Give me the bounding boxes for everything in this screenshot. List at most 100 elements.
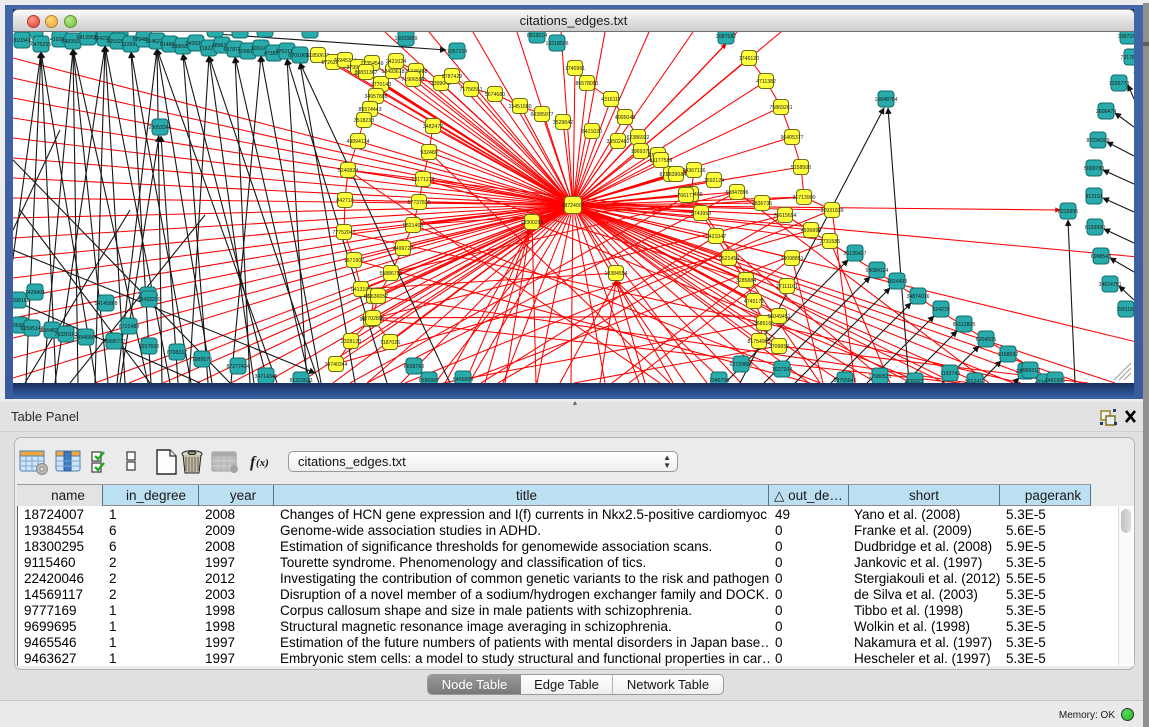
svg-text:3685160: 3685160 (754, 321, 774, 327)
svg-text:7187026: 7187026 (380, 340, 400, 346)
svg-text:73178108: 73178108 (1120, 55, 1134, 61)
svg-text:5674680: 5674680 (485, 92, 505, 98)
svg-text:7889579: 7889579 (192, 357, 212, 363)
svg-text:19384554: 19384554 (604, 271, 627, 277)
svg-text:1429401: 1429401 (25, 290, 45, 296)
svg-text:4966319: 4966319 (1020, 368, 1040, 374)
svg-text:4711382: 4711382 (756, 79, 776, 85)
svg-text:2421024: 2421024 (386, 59, 406, 65)
svg-text:2328120: 2328120 (341, 339, 361, 345)
svg-text:1836736: 1836736 (752, 201, 772, 207)
svg-text:87277434: 87277434 (226, 364, 249, 370)
svg-text:7357224: 7357224 (447, 49, 467, 55)
svg-text:79740344: 79740344 (324, 362, 347, 368)
svg-text:7816184: 7816184 (300, 32, 320, 34)
svg-text:8721489: 8721489 (119, 324, 139, 330)
svg-text:6475255: 6475255 (31, 42, 51, 48)
svg-text:4316117: 4316117 (601, 97, 621, 103)
svg-text:8708317: 8708317 (167, 350, 187, 356)
svg-text:842710: 842710 (336, 198, 353, 204)
svg-text:34624751: 34624751 (1098, 282, 1121, 288)
svg-text:8215955: 8215955 (1058, 209, 1078, 215)
svg-text:932480: 932480 (420, 150, 437, 156)
svg-text:8421020: 8421020 (582, 129, 602, 135)
svg-text:20053346: 20053346 (148, 125, 171, 131)
svg-text:7839084: 7839084 (666, 172, 686, 178)
svg-text:766177: 766177 (677, 193, 694, 199)
svg-text:98084124: 98084124 (865, 268, 888, 274)
svg-text:55886753: 55886753 (379, 271, 402, 277)
svg-text:3387262: 3387262 (1118, 34, 1134, 40)
svg-text:19218506: 19218506 (545, 41, 568, 47)
svg-text:7991183: 7991183 (1116, 307, 1134, 313)
svg-text:62729806: 62729806 (729, 362, 752, 368)
svg-text:812191: 812191 (1085, 194, 1102, 200)
svg-text:28098851: 28098851 (780, 256, 803, 262)
svg-text:3709859: 3709859 (769, 344, 789, 350)
svg-text:71906594: 71906594 (401, 77, 424, 83)
svg-text:55698169: 55698169 (13, 298, 30, 304)
svg-text:85574443: 85574443 (358, 107, 381, 113)
svg-text:86578091: 86578091 (575, 81, 598, 87)
svg-text:62386922: 62386922 (626, 135, 649, 141)
svg-text:13433200: 13433200 (137, 297, 160, 303)
svg-text:7770143: 7770143 (371, 82, 391, 88)
svg-text:9743953: 9743953 (691, 211, 711, 217)
svg-text:1592124: 1592124 (704, 178, 724, 184)
svg-text:96405377: 96405377 (780, 135, 803, 141)
svg-text:1615594: 1615594 (255, 32, 275, 33)
svg-text:524278: 524278 (932, 307, 949, 313)
svg-text:13493618: 13493618 (381, 69, 404, 75)
svg-text:6193990: 6193990 (1085, 225, 1105, 231)
svg-text:4499727: 4499727 (393, 246, 413, 252)
svg-text:71756551: 71756551 (459, 87, 482, 93)
svg-text:9521456: 9521456 (719, 256, 739, 262)
svg-text:81177589: 81177589 (650, 158, 673, 164)
svg-text:8813014: 8813014 (527, 33, 547, 39)
svg-text:80112805: 80112805 (953, 322, 976, 328)
svg-text:2087682: 2087682 (716, 34, 736, 40)
svg-text:39502402: 39502402 (606, 139, 629, 145)
svg-text:34957885: 34957885 (364, 94, 387, 100)
svg-text:34874016: 34874016 (906, 294, 929, 300)
svg-text:(x): (x) (256, 457, 269, 469)
svg-text:9821465: 9821465 (403, 223, 423, 229)
svg-text:8386379: 8386379 (205, 32, 225, 33)
svg-text:3482477: 3482477 (423, 124, 443, 130)
svg-text:7917693: 7917693 (139, 344, 159, 350)
svg-text:4745171: 4745171 (744, 299, 764, 305)
svg-text:3158692: 3158692 (998, 352, 1018, 358)
svg-text:4005045: 4005045 (615, 115, 635, 121)
svg-text:13171274: 13171274 (411, 177, 434, 183)
svg-text:9636057: 9636057 (368, 294, 388, 300)
svg-text:1746120: 1746120 (739, 56, 759, 62)
svg-text:1671902: 1671902 (344, 258, 364, 264)
svg-text:80831367: 80831367 (354, 70, 377, 76)
svg-text:67737826: 67737826 (407, 200, 430, 206)
svg-text:5158506: 5158506 (791, 165, 811, 171)
svg-text:18300295: 18300295 (520, 220, 543, 226)
svg-text:1824493: 1824493 (887, 279, 907, 285)
svg-text:34714345: 34714345 (254, 374, 277, 380)
svg-text:87234309: 87234309 (1086, 138, 1109, 144)
svg-text:2787429: 2787429 (442, 74, 462, 80)
svg-text:1745961: 1745961 (565, 66, 585, 72)
svg-text:2731585: 2731585 (820, 239, 840, 245)
svg-text:76615654: 76615654 (773, 213, 796, 219)
svg-text:75869261: 75869261 (769, 105, 792, 111)
svg-text:5240824: 5240824 (338, 168, 358, 174)
svg-text:16033809: 16033809 (394, 36, 417, 42)
svg-text:36995777: 36995777 (102, 339, 125, 345)
svg-text:6658760: 6658760 (404, 364, 424, 370)
svg-text:1627204: 1627204 (772, 367, 792, 373)
svg-text:29946804: 29946804 (74, 335, 97, 341)
svg-text:27111161: 27111161 (776, 284, 798, 290)
svg-text:32931839: 32931839 (820, 208, 843, 214)
svg-text:6204505: 6204505 (976, 337, 996, 343)
svg-text:69847896: 69847896 (725, 190, 748, 196)
svg-text:6998543: 6998543 (1091, 254, 1111, 260)
svg-text:5466889: 5466889 (453, 377, 473, 383)
svg-text:77752047: 77752047 (332, 230, 355, 236)
svg-text:31713900: 31713900 (792, 195, 815, 201)
svg-text:18724007: 18724007 (561, 203, 584, 209)
